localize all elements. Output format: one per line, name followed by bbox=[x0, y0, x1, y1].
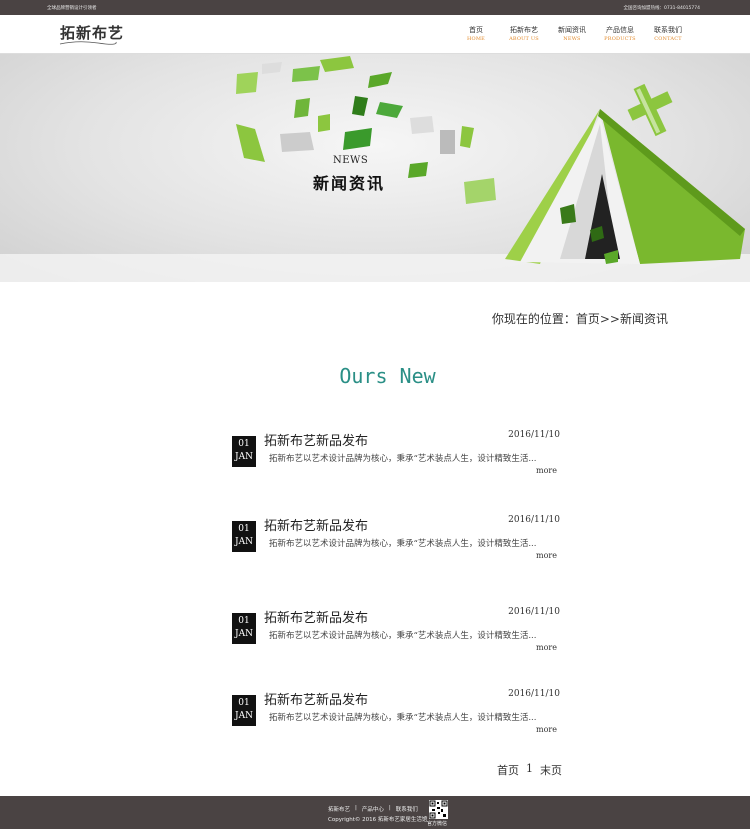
section-title: Ours New bbox=[339, 364, 436, 388]
breadcrumb[interactable]: 你现在的位置：首页>>新闻资讯 bbox=[492, 310, 668, 327]
news-item[interactable]: 01 JAN 拓新布艺新品发布 2016/11/10 拓新布艺以艺术设计品牌为核… bbox=[232, 430, 572, 490]
nav-label: 产品信息 bbox=[606, 26, 634, 34]
date-badge: 01 JAN bbox=[232, 613, 256, 644]
nav-label-en: HOME bbox=[466, 36, 486, 42]
news-date: 2016/11/10 bbox=[508, 430, 560, 440]
slogan-text: 全球品牌营销设计引领者 bbox=[47, 6, 97, 11]
copyright-text: Copyright© 2016 拓新布艺家居生活馆 bbox=[328, 817, 428, 823]
nav-contact[interactable]: 联系我们 CONTACT bbox=[644, 25, 692, 43]
footer-link-contact[interactable]: 联系我们 bbox=[396, 805, 418, 813]
date-day: 01 bbox=[238, 439, 250, 449]
footer-link-brand[interactable]: 拓新布艺 bbox=[328, 805, 350, 813]
news-description: 拓新布艺以艺术设计品牌为核心，秉承“艺术装点人生，设计精致生活... bbox=[269, 713, 537, 723]
news-date: 2016/11/10 bbox=[508, 515, 560, 525]
qr-code-icon bbox=[429, 800, 448, 819]
last-page-link[interactable]: 末页 bbox=[540, 762, 562, 778]
logo-swoosh-icon bbox=[59, 41, 117, 45]
date-day: 01 bbox=[238, 524, 250, 534]
date-month: JAN bbox=[235, 711, 253, 721]
hotline-text: 全国咨询加盟热线：0731-84015774 bbox=[623, 6, 700, 11]
more-link[interactable]: more bbox=[536, 551, 557, 560]
nav-label-en: CONTACT bbox=[654, 36, 682, 42]
nav-home[interactable]: 首页 HOME bbox=[452, 25, 500, 43]
nav-label-en: ABOUT US bbox=[509, 36, 539, 42]
banner-illustration bbox=[0, 56, 750, 282]
date-month: JAN bbox=[235, 537, 253, 547]
nav-label: 联系我们 bbox=[654, 26, 682, 34]
top-bar: 全球品牌营销设计引领者 全国咨询加盟热线：0731-84015774 bbox=[0, 0, 750, 15]
more-link[interactable]: more bbox=[536, 725, 557, 734]
footer-divider: | bbox=[388, 805, 391, 811]
qr-label: 官方微信 bbox=[427, 821, 448, 827]
news-description: 拓新布艺以艺术设计品牌为核心，秉承“艺术装点人生，设计精致生活... bbox=[269, 631, 537, 641]
footer-link-products[interactable]: 产品中心 bbox=[362, 805, 384, 813]
first-page-link[interactable]: 首页 bbox=[497, 762, 519, 778]
page-number[interactable]: 1 bbox=[526, 762, 533, 778]
site-footer: 拓新布艺 | 产品中心 | 联系我们 Copyright© 2016 拓新布艺家… bbox=[0, 796, 750, 829]
banner-title-cn: 新闻资讯 bbox=[313, 174, 386, 193]
nav-label-en: PRODUCTS bbox=[604, 36, 636, 42]
date-day: 01 bbox=[238, 616, 250, 626]
news-title[interactable]: 拓新布艺新品发布 bbox=[264, 689, 368, 708]
news-item[interactable]: 01 JAN 拓新布艺新品发布 2016/11/10 拓新布艺以艺术设计品牌为核… bbox=[232, 607, 572, 667]
date-badge: 01 JAN bbox=[232, 436, 256, 467]
news-date: 2016/11/10 bbox=[508, 689, 560, 699]
banner-title-en: NEWS bbox=[333, 155, 369, 166]
date-day: 01 bbox=[238, 698, 250, 708]
news-item[interactable]: 01 JAN 拓新布艺新品发布 2016/11/10 拓新布艺以艺术设计品牌为核… bbox=[232, 515, 572, 575]
news-title[interactable]: 拓新布艺新品发布 bbox=[264, 515, 368, 534]
news-item[interactable]: 01 JAN 拓新布艺新品发布 2016/11/10 拓新布艺以艺术设计品牌为核… bbox=[232, 689, 572, 749]
date-badge: 01 JAN bbox=[232, 521, 256, 552]
nav-label-en: NEWS bbox=[563, 36, 581, 42]
footer-divider: | bbox=[355, 805, 357, 811]
nav-news[interactable]: 新闻资讯 NEWS bbox=[548, 25, 596, 43]
news-banner: NEWS 新闻资讯 bbox=[0, 54, 750, 282]
footer-links: 拓新布艺 | 产品中心 | 联系我们 bbox=[328, 805, 418, 813]
date-month: JAN bbox=[235, 452, 253, 462]
more-link[interactable]: more bbox=[536, 643, 557, 652]
main-nav: 首页 HOME 拓新布艺 ABOUT US 新闻资讯 NEWS 产品信息 PRO… bbox=[452, 25, 692, 43]
date-month: JAN bbox=[235, 629, 253, 639]
date-badge: 01 JAN bbox=[232, 695, 256, 726]
news-date: 2016/11/10 bbox=[508, 607, 560, 617]
nav-label: 首页 bbox=[469, 26, 483, 34]
nav-products[interactable]: 产品信息 PRODUCTS bbox=[596, 25, 644, 43]
more-link[interactable]: more bbox=[536, 466, 557, 475]
news-title[interactable]: 拓新布艺新品发布 bbox=[264, 607, 368, 626]
nav-label: 拓新布艺 bbox=[510, 26, 538, 34]
nav-about[interactable]: 拓新布艺 ABOUT US bbox=[500, 25, 548, 43]
news-description: 拓新布艺以艺术设计品牌为核心，秉承“艺术装点人生，设计精致生活... bbox=[269, 539, 537, 549]
news-description: 拓新布艺以艺术设计品牌为核心，秉承“艺术装点人生，设计精致生活... bbox=[269, 454, 537, 464]
news-title[interactable]: 拓新布艺新品发布 bbox=[264, 430, 368, 449]
pagination: 首页 1 末页 bbox=[497, 762, 562, 778]
site-header: 拓新布艺 首页 HOME 拓新布艺 ABOUT US 新闻资讯 NEWS 产品信… bbox=[0, 15, 750, 54]
nav-label: 新闻资讯 bbox=[558, 26, 586, 34]
